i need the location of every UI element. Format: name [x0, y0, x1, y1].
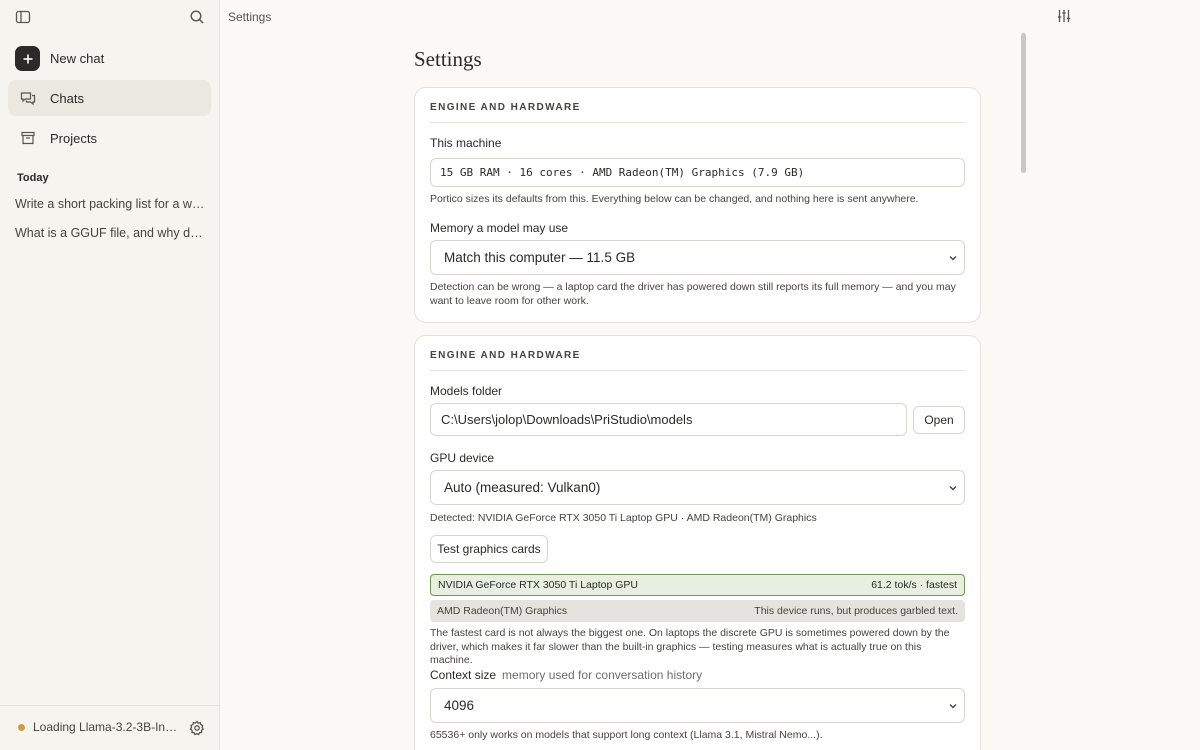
sidebar-footer-divider: [0, 705, 219, 706]
gpu-device-select[interactable]: Auto (measured: Vulkan0): [430, 470, 965, 505]
new-chat-label: New chat: [50, 51, 105, 66]
page-title: Settings: [414, 47, 482, 71]
card-heading: ENGINE AND HARDWARE: [430, 350, 965, 371]
gpu-result-row: NVIDIA GeForce RTX 3050 Ti Laptop GPU 61…: [430, 574, 965, 596]
machine-help-text: Portico sizes its defaults from this. Ev…: [430, 193, 919, 205]
search-icon[interactable]: [185, 5, 209, 29]
memory-select-value: Match this computer — 11.5 GB: [444, 250, 636, 265]
chevron-down-icon: [948, 699, 958, 714]
recent-chat-item[interactable]: What is a GGUF file, and why does quanti…: [15, 226, 207, 240]
machine-label: This machine: [430, 136, 502, 150]
engine-hardware-card-2: ENGINE AND HARDWARE Models folder Open G…: [414, 335, 981, 750]
sidebar-item-label: Projects: [50, 130, 97, 146]
sidebar: New chat Chats Projects Today Write a sh…: [0, 0, 220, 750]
sliders-icon[interactable]: [1052, 4, 1076, 28]
toggle-sidebar-icon[interactable]: [11, 5, 35, 29]
gpu-result-value: This device runs, but produces garbled t…: [754, 605, 958, 617]
gpu-result-name: NVIDIA GeForce RTX 3050 Ti Laptop GPU: [438, 579, 638, 591]
gpu-detected-text: Detected: NVIDIA GeForce RTX 3050 Ti Lap…: [430, 512, 817, 524]
memory-help-text: Detection can be wrong — a laptop card t…: [430, 281, 956, 307]
machine-info-field: 15 GB RAM · 16 cores · AMD Radeon(TM) Gr…: [430, 158, 965, 187]
gpu-select-value: Auto (measured: Vulkan0): [444, 480, 601, 495]
gpu-result-name: AMD Radeon(TM) Graphics: [437, 605, 568, 617]
recent-chat-item[interactable]: Write a short packing list for a weekend…: [15, 197, 207, 211]
chevron-down-icon: [948, 251, 958, 266]
context-help-text: 65536+ only works on models that support…: [430, 729, 823, 741]
sidebar-item-label: Chats: [50, 90, 84, 106]
gpu-device-label: GPU device: [430, 451, 495, 465]
sidebar-item-projects[interactable]: Projects: [8, 120, 211, 156]
breadcrumb: Settings: [228, 10, 272, 24]
models-folder-label: Models folder: [430, 384, 503, 398]
gpu-help-text: The fastest card is not always the bigge…: [430, 627, 950, 666]
gpu-result-value: 61.2 tok/s · fastest: [871, 579, 957, 591]
test-graphics-cards-button[interactable]: Test graphics cards: [430, 535, 548, 563]
sidebar-item-chats[interactable]: Chats: [8, 80, 211, 116]
memory-select[interactable]: Match this computer — 11.5 GB: [430, 240, 965, 275]
scrollbar[interactable]: [1021, 33, 1026, 173]
model-status: Loading Llama-3.2-3B-Instruct: [18, 720, 178, 734]
open-folder-button[interactable]: Open: [913, 406, 965, 434]
gpu-result-row: AMD Radeon(TM) Graphics This device runs…: [430, 600, 965, 622]
context-select-value: 4096: [444, 698, 475, 713]
context-size-title: Context size: [430, 668, 497, 682]
models-folder-input[interactable]: [430, 403, 907, 436]
chevron-down-icon: [948, 481, 958, 496]
new-chat-button[interactable]: New chat: [15, 46, 205, 71]
context-size-select[interactable]: 4096: [430, 688, 965, 723]
section-label-today: Today: [17, 172, 49, 184]
archive-icon: [20, 130, 36, 146]
card-heading: ENGINE AND HARDWARE: [430, 102, 965, 123]
memory-label: Memory a model may use: [430, 221, 569, 235]
plus-icon: [15, 46, 40, 71]
model-status-text: Loading Llama-3.2-3B-Instruct: [33, 720, 178, 734]
engine-hardware-card: ENGINE AND HARDWARE This machine 15 GB R…: [414, 87, 981, 323]
chats-icon: [20, 90, 36, 106]
context-size-subtitle: memory used for conversation history: [502, 668, 703, 682]
context-size-label: Context size memory used for conversation…: [430, 668, 702, 682]
status-dot: [18, 723, 25, 731]
gear-icon[interactable]: [185, 716, 209, 740]
